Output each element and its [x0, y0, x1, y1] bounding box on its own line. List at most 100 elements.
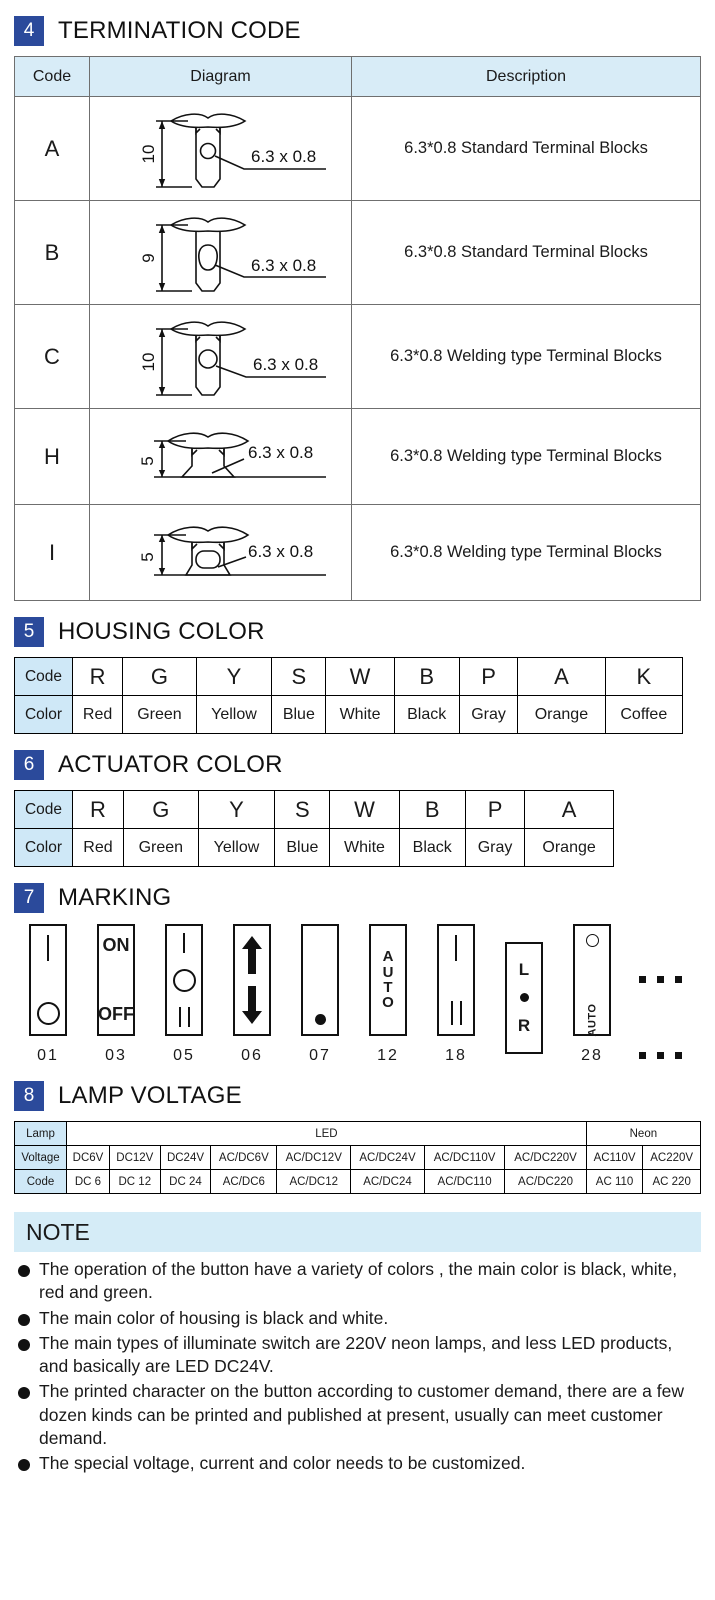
marking-symbol-auto-vertical: AUTO: [369, 924, 407, 1036]
section-title-housing-color: HOUSING COLOR: [58, 618, 265, 645]
marking-item-03: ON OFF 03: [82, 924, 150, 1065]
column-header-diagram: Diagram: [89, 56, 352, 97]
voltage-cell: AC/DC110V: [423, 1145, 506, 1170]
marking-item-12: AUTO 12: [354, 924, 422, 1065]
actuator-color-cell: Red: [72, 828, 124, 867]
marking-symbol-dot-only: [301, 924, 339, 1036]
marking-code-label: 06: [241, 1047, 263, 1064]
callout-label-h: 6.3 x 0.8: [248, 443, 313, 462]
voltage-cell: AC/DC6V: [210, 1145, 278, 1170]
housing-color-row: Color Red Green Yellow Blue White Black …: [14, 695, 684, 734]
housing-color-cell: Green: [122, 695, 197, 734]
terminal-diagram-tall-round-svg: 10 6.3 x 0.8: [139, 112, 326, 188]
marking-symbol-l-dot-r: L R: [505, 942, 543, 1054]
actuator-color-cell: Gray: [464, 828, 526, 867]
ellipsis-dots-top: [638, 923, 682, 1035]
housing-color-table: Code R G Y S W B P A K Color Red Green Y…: [14, 657, 684, 734]
row-label-code: Code: [14, 790, 73, 829]
lamp-code-cell: AC/DC6: [210, 1169, 278, 1194]
marking-code-label: 05: [173, 1047, 195, 1064]
dot-icon: [314, 1014, 326, 1025]
ring-icon: [172, 968, 196, 992]
column-header-description: Description: [351, 56, 701, 97]
termination-code-i: I: [14, 504, 90, 601]
voltage-cell: AC/DC12V: [276, 1145, 352, 1170]
lamp-code-row: Code DC 6 DC 12 DC 24 AC/DC6 AC/DC12 AC/…: [14, 1169, 701, 1194]
section-title-marking: MARKING: [58, 884, 172, 911]
housing-code-cell: A: [517, 657, 606, 696]
table-row: B 9 6.3 x 0.8 6.3*0.8 Standard Terminal …: [14, 200, 701, 305]
arrow-down-icon: [242, 986, 262, 1024]
marking-samples-row: 01 ON OFF 03 05 06 07 A U T O 12 18 L R …: [14, 923, 701, 1065]
lamp-code-cell: DC 12: [108, 1169, 161, 1194]
square-dot-icon: [656, 1052, 664, 1059]
lamp-group-neon: Neon: [585, 1121, 702, 1146]
callout-label-c: 6.3 x 0.8: [253, 355, 318, 374]
section-title-actuator-color: ACTUATOR COLOR: [58, 751, 283, 778]
termination-code-c: C: [14, 304, 90, 409]
section-header-lamp-voltage: 8 LAMP VOLTAGE: [14, 1081, 701, 1111]
section-badge-7: 7: [14, 883, 44, 913]
housing-color-cell: Orange: [517, 695, 606, 734]
actuator-code-row: Code R G Y S W B P A: [14, 790, 614, 829]
table-header-row: Code Diagram Description: [14, 56, 701, 97]
marking-symbol-ring-auto: AUTO: [573, 924, 611, 1036]
marking-ellipsis: [626, 923, 694, 1065]
lamp-code-cell: AC/DC24: [350, 1169, 425, 1194]
termination-description-b: 6.3*0.8 Standard Terminal Blocks: [351, 200, 701, 305]
housing-color-cell: Black: [393, 695, 460, 734]
voltage-cell: AC/DC220V: [504, 1145, 587, 1170]
housing-color-cell: Coffee: [604, 695, 684, 734]
housing-code-cell: S: [271, 657, 327, 696]
marking-symbol-bar-pair: [437, 924, 475, 1036]
actuator-code-cell: G: [122, 790, 199, 829]
termination-diagram-c: 10 6.3 x 0.8: [89, 304, 352, 409]
lamp-group-led: LED: [66, 1121, 587, 1146]
actuator-color-row: Color Red Green Yellow Blue White Black …: [14, 828, 614, 867]
callout-label-i: 6.3 x 0.8: [248, 542, 313, 561]
off-text: OFF: [98, 1004, 134, 1024]
datasheet-page: 4 TERMINATION CODE Code Diagram Descript…: [0, 16, 715, 1475]
termination-diagram-b: 9 6.3 x 0.8: [89, 200, 352, 305]
table-row: C 10 6.3 x 0.8 6.3*0.8 Welding type Term…: [14, 304, 701, 409]
ring-icon: [36, 1002, 60, 1025]
actuator-code-cell: B: [398, 790, 466, 829]
on-text: ON: [102, 935, 130, 955]
double-bar-icon: [178, 1007, 190, 1027]
marking-code-label: 01: [37, 1047, 59, 1064]
termination-code-a: A: [14, 96, 90, 201]
termination-description-i: 6.3*0.8 Welding type Terminal Blocks: [351, 504, 701, 601]
termination-diagram-i: 5 6.3 x 0.8: [89, 504, 352, 601]
termination-diagram-h: 5 6.3 x 0.8: [89, 408, 352, 505]
housing-color-cell: Blue: [271, 695, 327, 734]
housing-color-cell: Red: [71, 695, 124, 734]
dimension-label-c: 10: [139, 352, 158, 371]
lamp-code-cell: AC 110: [585, 1169, 644, 1194]
housing-code-row: Code R G Y S W B P A K: [14, 657, 684, 696]
section-header-marking: 7 MARKING: [14, 883, 701, 913]
note-item: The main types of illuminate switch are …: [14, 1332, 701, 1379]
row-label-color: Color: [14, 695, 73, 734]
bar-icon: [455, 935, 457, 961]
housing-code-cell: Y: [195, 657, 273, 696]
marking-code-label: 28: [581, 1047, 603, 1064]
actuator-code-cell: W: [329, 790, 400, 829]
marking-symbol-bar-ring: [29, 924, 67, 1036]
housing-code-cell: P: [458, 657, 519, 696]
square-dot-icon: [638, 1052, 646, 1059]
voltage-cell: AC/DC24V: [350, 1145, 425, 1170]
actuator-code-cell: S: [274, 790, 331, 829]
actuator-color-cell: Orange: [524, 828, 614, 867]
voltage-cell: AC220V: [642, 1145, 701, 1170]
lamp-code-cell: AC 220: [642, 1169, 701, 1194]
termination-code-table: Code Diagram Description A 10 6.3 x 0.8 …: [14, 56, 701, 601]
row-label-voltage: Voltage: [14, 1145, 67, 1170]
square-dot-icon: [638, 975, 646, 983]
actuator-color-cell: Blue: [274, 828, 331, 867]
callout-label-b: 6.3 x 0.8: [251, 256, 316, 275]
voltage-cell: DC12V: [108, 1145, 161, 1170]
housing-code-cell: K: [604, 657, 684, 696]
actuator-color-cell: Black: [398, 828, 466, 867]
termination-description-h: 6.3*0.8 Welding type Terminal Blocks: [351, 408, 701, 505]
section-title-lamp-voltage: LAMP VOLTAGE: [58, 1082, 242, 1109]
